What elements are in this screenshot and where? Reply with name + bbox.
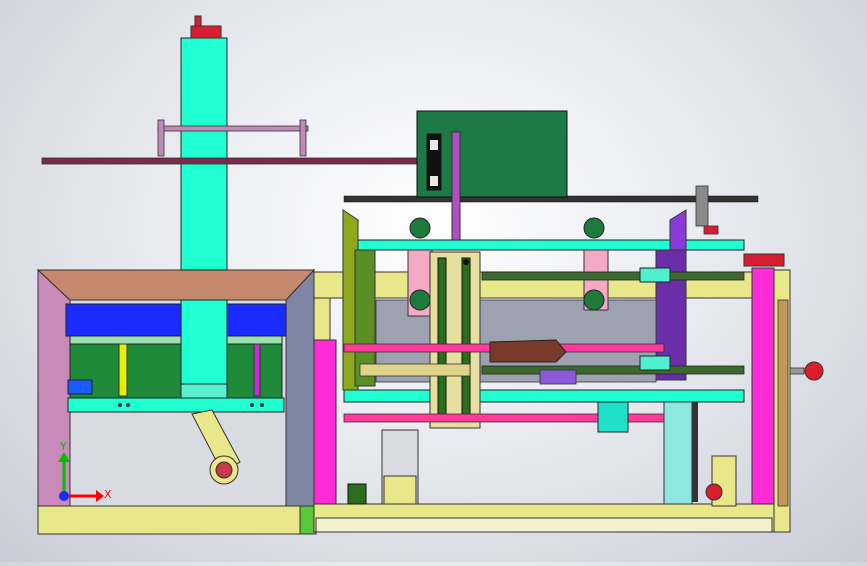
horizontal-guide-bar[interactable] — [41, 119, 421, 165]
vertical-column[interactable] — [180, 15, 228, 399]
x-axis-label: X — [104, 488, 112, 501]
cad-viewport[interactable] — [0, 0, 867, 562]
axis-labels: X Y — [48, 440, 118, 510]
right-frame-assembly[interactable] — [313, 110, 824, 533]
y-axis-label: Y — [60, 440, 67, 453]
